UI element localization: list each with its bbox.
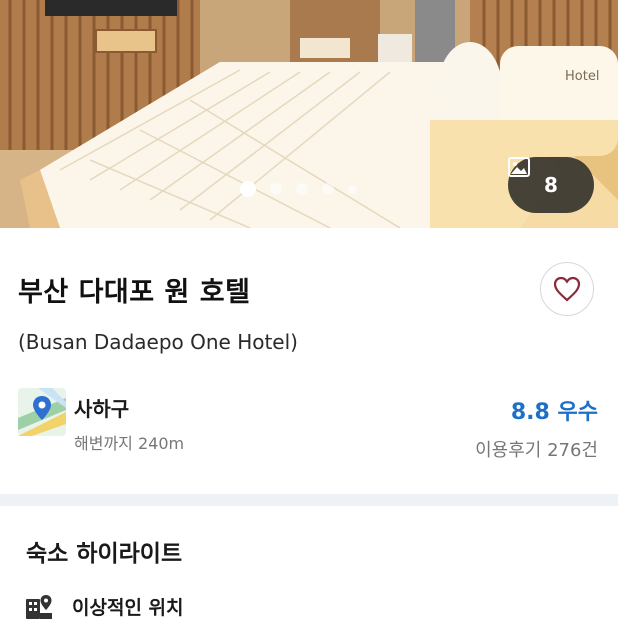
rating-score[interactable]: 8.8 우수 bbox=[511, 394, 598, 426]
hotel-english-name: (Busan Dadaepo One Hotel) bbox=[18, 330, 298, 354]
favorite-button[interactable] bbox=[540, 262, 594, 316]
photo-count-button[interactable]: 8 bbox=[508, 157, 594, 213]
hotel-photo-carousel[interactable]: Hotel 8 bbox=[0, 0, 618, 228]
highlights-title: 숙소 하이라이트 bbox=[26, 541, 183, 567]
building-location-icon bbox=[26, 595, 52, 619]
hotel-name: 부산 다대포 원 호텔 bbox=[18, 277, 251, 308]
carousel-dot-5[interactable] bbox=[348, 184, 357, 194]
carousel-indicator[interactable] bbox=[240, 181, 357, 197]
map-pin-icon[interactable] bbox=[18, 388, 66, 436]
highlight-item-label: 이상적인 위치 bbox=[72, 597, 184, 619]
district-name: 사하구 bbox=[74, 397, 130, 421]
section-divider bbox=[0, 494, 618, 506]
hotel-info-card: 부산 다대포 원 호텔 (Busan Dadaepo One Hotel) 사하… bbox=[0, 228, 618, 494]
svg-text:Hotel: Hotel bbox=[565, 69, 599, 84]
carousel-dot-3[interactable] bbox=[296, 183, 308, 195]
image-icon bbox=[508, 157, 530, 177]
carousel-dot-1[interactable] bbox=[240, 181, 256, 197]
beach-distance: 해변까지 240m bbox=[74, 434, 185, 453]
review-count[interactable]: 이용후기 276건 bbox=[475, 436, 598, 462]
carousel-dot-2[interactable] bbox=[270, 183, 282, 195]
heart-icon bbox=[553, 276, 581, 302]
carousel-dot-4[interactable] bbox=[322, 183, 334, 195]
photo-count-text: 8 bbox=[544, 173, 558, 197]
